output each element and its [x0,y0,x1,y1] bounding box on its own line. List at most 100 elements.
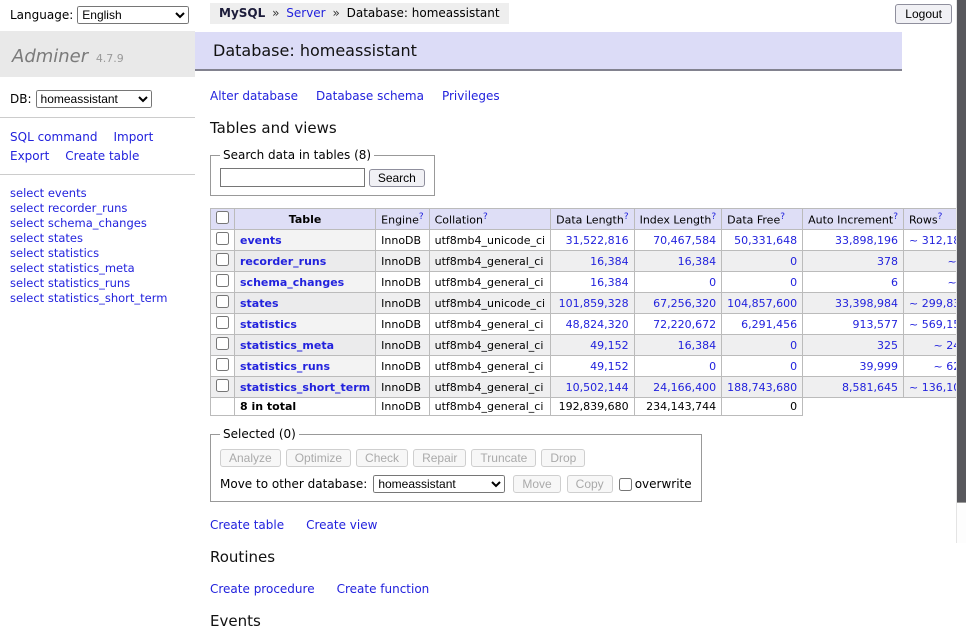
row-checkbox[interactable] [216,337,229,350]
row-checkbox[interactable] [216,253,229,266]
move-button[interactable]: Move [513,475,560,493]
language-select[interactable]: English [77,6,189,24]
index-length-cell: 24,166,400 [634,377,722,398]
sidebar-item-select-statistics-short-term[interactable]: select statistics_short_term [10,291,185,306]
search-input[interactable] [220,168,365,187]
overwrite-checkbox[interactable] [619,478,632,491]
copy-button[interactable]: Copy [567,475,613,493]
table-name-cell: statistics [235,314,376,335]
column-label: Engine [381,214,419,227]
breadcrumb-server-link[interactable]: Server [286,6,325,20]
breadcrumb-mysql-link[interactable]: MySQL [219,6,265,20]
sidebar-item-select-statistics-runs[interactable]: select statistics_runs [10,276,185,291]
total-data-length-cell: 192,839,680 [551,398,634,416]
table-name-cell: statistics_short_term [235,377,376,398]
drop-button[interactable]: Drop [541,449,585,467]
check-button[interactable]: Check [356,449,408,467]
column-help-link[interactable]: ? [624,212,629,222]
row-checkbox[interactable] [216,274,229,287]
total-empty-cell [211,398,235,416]
table-row: schema_changesInnoDButf8mb4_general_ci16… [211,272,966,293]
table-link-statistics-runs[interactable]: statistics_runs [240,360,330,373]
data-free-cell: 188,743,680 [722,377,803,398]
scrollbar-thumb[interactable] [957,0,966,503]
sidebar-item-select-schema-changes[interactable]: select schema_changes [10,216,185,231]
column-help-link[interactable]: ? [419,212,424,222]
data-free-cell: 50,331,648 [722,230,803,251]
move-row: Move to other database: homeassistant Mo… [220,475,692,493]
column-help-link[interactable]: ? [938,212,943,222]
vertical-scrollbar[interactable] [956,0,966,543]
select-all-checkbox[interactable] [216,211,229,224]
sidebar-item-select-statistics-meta[interactable]: select statistics_meta [10,261,185,276]
sidebar-divider [0,174,195,175]
total-index-length-cell: 234,143,744 [634,398,722,416]
table-row: statisticsInnoDButf8mb4_general_ci48,824… [211,314,966,335]
table-name-cell: statistics_meta [235,335,376,356]
sidebar-link-import[interactable]: Import [113,130,153,144]
column-help-link[interactable]: ? [893,212,898,222]
selected-buttons: Analyze Optimize Check Repair Truncate Drop [220,449,692,467]
column-help-link[interactable]: ? [780,212,785,222]
data-length-cell: 16,384 [551,272,634,293]
breadcrumb-separator: » [272,6,279,20]
truncate-button[interactable]: Truncate [471,449,536,467]
index-length-cell: 16,384 [634,335,722,356]
database-schema-link[interactable]: Database schema [316,89,424,103]
logout-button[interactable]: Logout [895,4,952,24]
create-procedure-link[interactable]: Create procedure [210,582,315,596]
page-title: Database: homeassistant [195,32,902,71]
table-link-schema-changes[interactable]: schema_changes [240,276,344,289]
analyze-button[interactable]: Analyze [220,449,281,467]
data-length-cell: 48,824,320 [551,314,634,335]
sidebar-item-select-recorder-runs[interactable]: select recorder_runs [10,201,185,216]
column-header-engine: Engine? [376,209,429,230]
table-link-states[interactable]: states [240,297,279,310]
table-name-cell: recorder_runs [235,251,376,272]
row-checkbox-cell [211,272,235,293]
table-link-statistics-meta[interactable]: statistics_meta [240,339,334,352]
auto-increment-cell: 6 [803,272,904,293]
column-help-link[interactable]: ? [711,212,716,222]
repair-button[interactable]: Repair [413,449,466,467]
row-checkbox[interactable] [216,379,229,392]
sidebar-link-create-table[interactable]: Create table [65,149,139,163]
collation-cell: utf8mb4_general_ci [429,314,550,335]
sidebar-link-export[interactable]: Export [10,149,49,163]
tables-list: TableEngine?Collation?Data Length?Index … [210,208,966,416]
sidebar-link-sql-command[interactable]: SQL command [10,130,97,144]
sidebar-item-select-events[interactable]: select events [10,186,185,201]
column-header-auto-increment: Auto Increment? [803,209,904,230]
create-table-link[interactable]: Create table [210,518,284,532]
sidebar-links-row: Export Create table [10,147,185,166]
routine-links: Create procedure Create function [210,582,956,596]
column-header-data-free: Data Free? [722,209,803,230]
optimize-button[interactable]: Optimize [286,449,351,467]
create-function-link[interactable]: Create function [337,582,430,596]
sidebar-item-select-statistics[interactable]: select statistics [10,246,185,261]
table-link-events[interactable]: events [240,234,282,247]
row-checkbox-cell [211,335,235,356]
table-link-statistics-short-term[interactable]: statistics_short_term [240,381,370,394]
sidebar-item-select-states[interactable]: select states [10,231,185,246]
create-view-link[interactable]: Create view [306,518,377,532]
routines-heading: Routines [210,548,956,566]
move-db-select[interactable]: homeassistant [373,475,505,493]
table-link-statistics[interactable]: statistics [240,318,297,331]
db-select[interactable]: homeassistant [36,90,152,108]
db-label: DB: [10,92,32,106]
total-collation-cell: utf8mb4_general_ci [429,398,550,416]
auto-increment-cell: 33,898,196 [803,230,904,251]
row-checkbox[interactable] [216,295,229,308]
row-checkbox[interactable] [216,316,229,329]
table-link-recorder-runs[interactable]: recorder_runs [240,255,326,268]
row-checkbox[interactable] [216,358,229,371]
row-checkbox[interactable] [216,232,229,245]
search-button[interactable]: Search [369,169,425,187]
alter-database-link[interactable]: Alter database [210,89,298,103]
column-label: Table [289,213,322,226]
column-help-link[interactable]: ? [483,212,488,222]
index-length-cell: 67,256,320 [634,293,722,314]
collation-cell: utf8mb4_unicode_ci [429,293,550,314]
privileges-link[interactable]: Privileges [442,89,500,103]
